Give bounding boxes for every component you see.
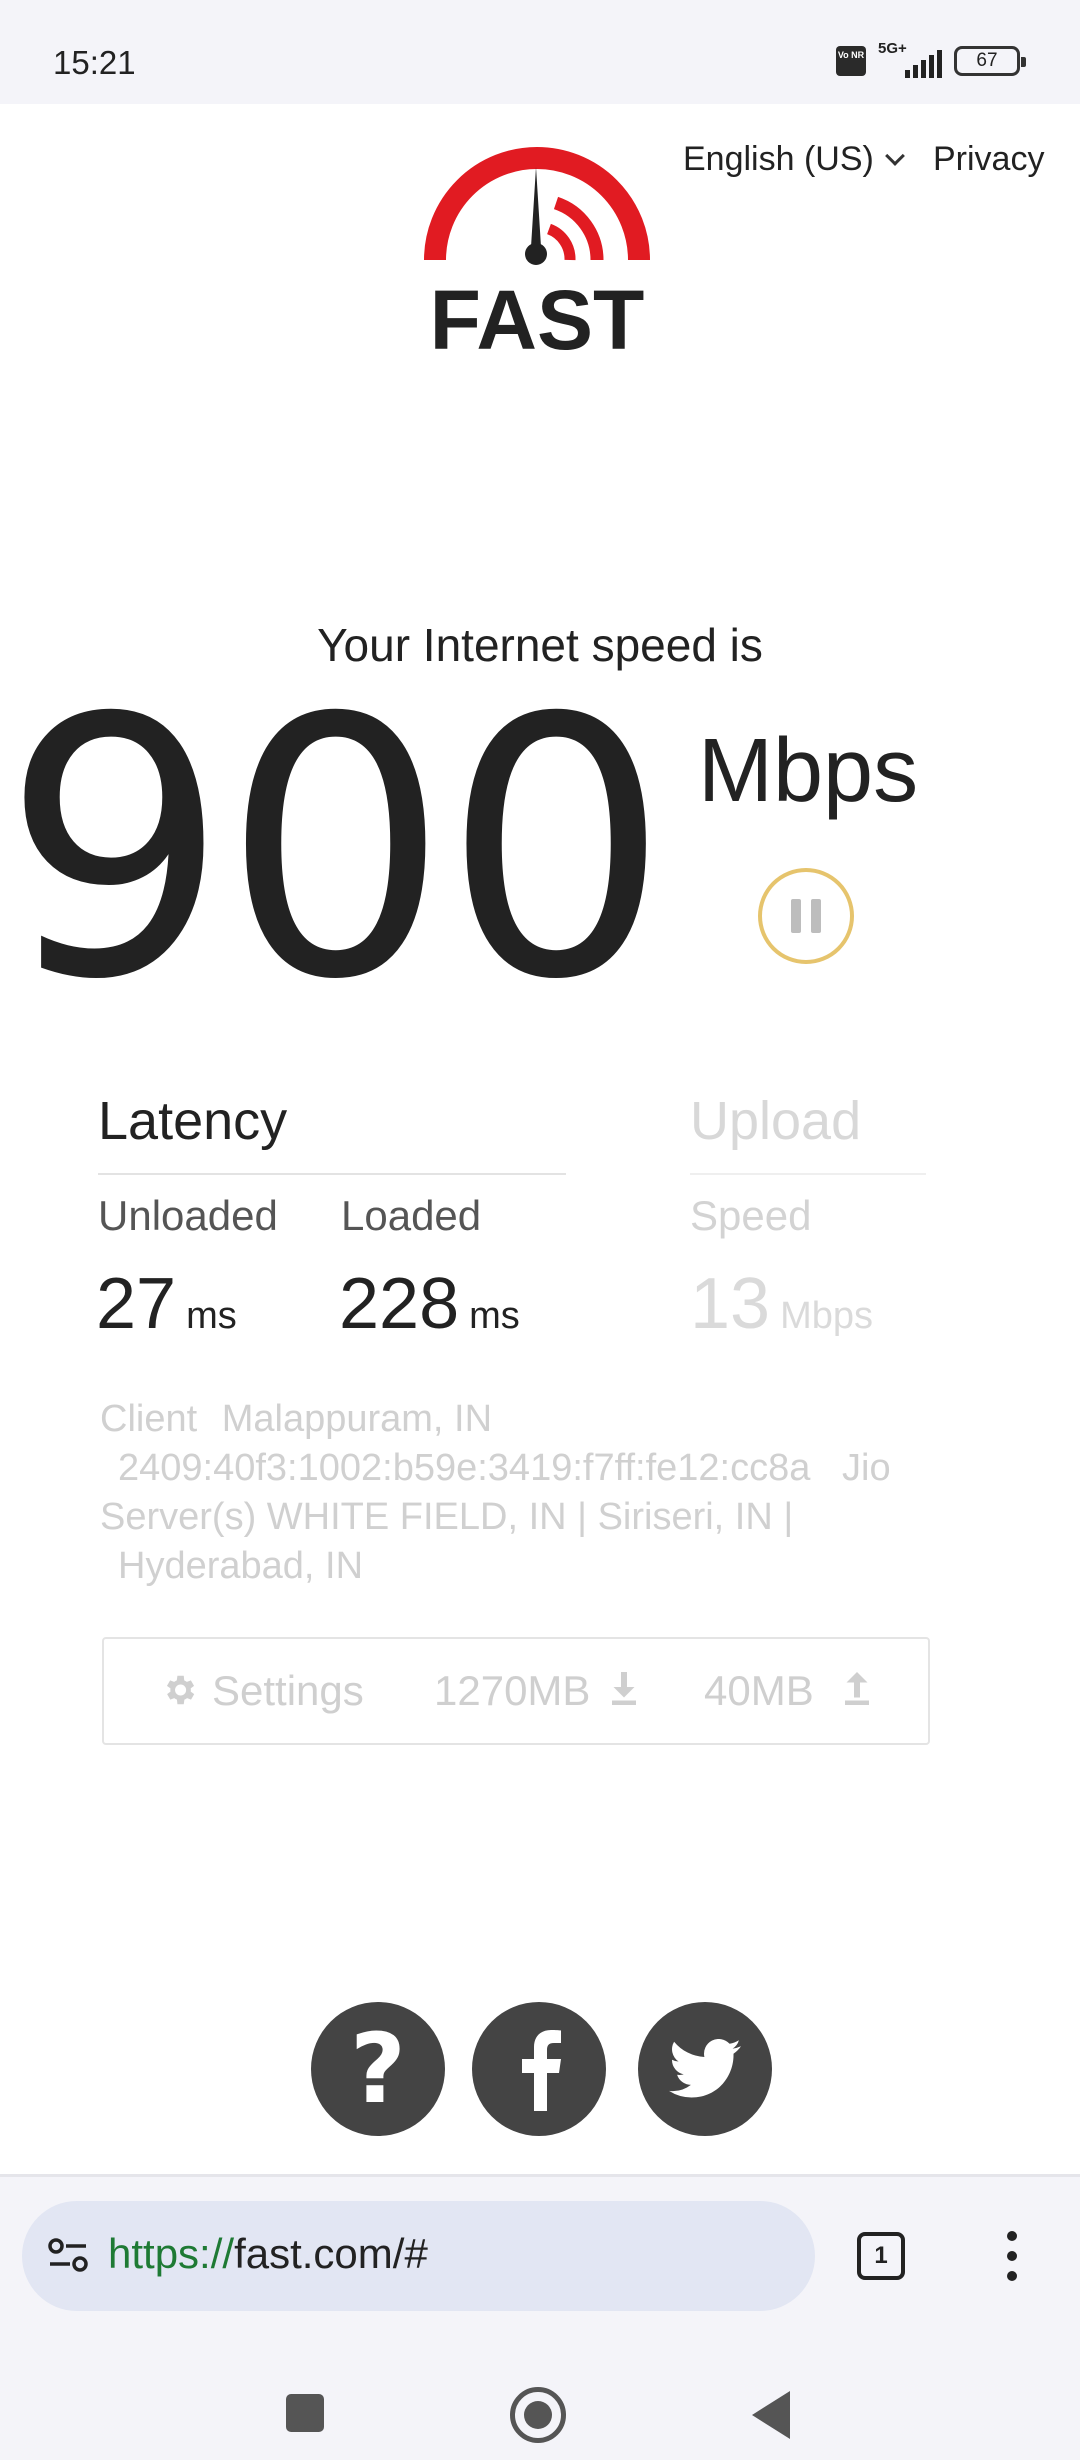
download-size: 1270MB <box>434 1667 591 1714</box>
pause-icon <box>791 899 801 933</box>
back-button[interactable] <box>752 2391 790 2439</box>
connection-info: Client Malappuram, IN 2409:40f3:1002:b59… <box>100 1395 930 1591</box>
settings-bar[interactable]: Settings 1270MB 40MB <box>102 1637 930 1745</box>
privacy-link[interactable]: Privacy <box>933 140 1044 179</box>
volte-icon: Vo NR <box>836 46 866 76</box>
speed-unit: Mbps <box>698 721 919 821</box>
upload-divider <box>690 1173 926 1175</box>
system-nav-bar <box>0 2332 1080 2460</box>
unloaded-label: Unloaded <box>98 1192 278 1239</box>
upload-icon <box>845 1672 869 1705</box>
question-icon: ? <box>350 2024 406 2114</box>
help-button[interactable]: ? <box>311 2002 445 2136</box>
more-menu-button[interactable] <box>1000 2231 1024 2281</box>
site-settings-icon[interactable] <box>46 2235 90 2275</box>
status-bar: 15:21 Vo NR 5G+ 67 <box>0 0 1080 104</box>
url-text[interactable]: https://fast.com/# <box>108 2230 428 2278</box>
status-time: 15:21 <box>53 44 136 81</box>
pause-button[interactable] <box>758 868 854 964</box>
gear-icon <box>166 1675 195 1705</box>
url-host: fast.com/# <box>234 2230 428 2277</box>
servers-label: Server(s) <box>100 1496 257 1538</box>
url-scheme: https:// <box>108 2230 235 2277</box>
browser-toolbar: https://fast.com/# 1 <box>0 2174 1080 2332</box>
signal-icon: 5G+ <box>878 40 942 78</box>
upload-speed: 13 Mbps <box>690 1263 873 1345</box>
twitter-icon <box>669 2039 741 2098</box>
upload-speed-label: Speed <box>690 1192 812 1239</box>
unloaded-unit: ms <box>186 1295 237 1337</box>
network-type: 5G+ <box>878 40 907 57</box>
svg-text:?: ? <box>350 2024 406 2114</box>
latency-title: Latency <box>98 1091 288 1151</box>
loaded-value: 228 <box>339 1264 460 1344</box>
upload-size: 40MB <box>704 1667 814 1714</box>
facebook-icon <box>522 2030 561 2111</box>
unloaded-latency: 27 ms <box>96 1263 237 1345</box>
language-selector[interactable]: English (US) <box>683 140 905 179</box>
client-location: Malappuram, IN <box>221 1398 493 1440</box>
twitter-button[interactable] <box>638 2002 772 2136</box>
chevron-down-icon <box>884 145 905 166</box>
address-bar[interactable]: https://fast.com/# <box>22 2201 815 2311</box>
download-icon <box>612 1672 636 1705</box>
status-icons: Vo NR 5G+ 67 <box>836 40 1026 78</box>
servers-list: WHITE FIELD, IN | Siriseri, IN | <box>266 1496 794 1538</box>
upload-unit: Mbps <box>780 1295 874 1337</box>
facebook-button[interactable] <box>472 2002 606 2136</box>
home-button[interactable] <box>510 2387 566 2443</box>
client-ip: 2409:40f3:1002:b59e:3419:f7ff:fe12:cc8a <box>118 1447 811 1489</box>
loaded-label: Loaded <box>341 1192 482 1239</box>
fast-logo: FAST <box>424 147 650 355</box>
upload-title: Upload <box>690 1091 862 1151</box>
unloaded-value: 27 <box>96 1264 177 1344</box>
isp-name: Jio <box>842 1447 891 1489</box>
loaded-unit: ms <box>469 1295 520 1337</box>
loaded-latency: 228 ms <box>339 1263 520 1345</box>
upload-value: 13 <box>690 1264 771 1344</box>
language-label: English (US) <box>683 140 874 178</box>
servers-list-cont: Hyderabad, IN <box>118 1545 364 1587</box>
speed-value: 900 <box>2 643 669 1057</box>
settings-label: Settings <box>212 1667 364 1714</box>
tab-switcher-button[interactable]: 1 <box>857 2232 905 2280</box>
recents-button[interactable] <box>286 2394 324 2432</box>
client-label: Client <box>100 1398 198 1440</box>
logo-text: FAST <box>430 273 645 355</box>
battery-icon: 67 <box>954 46 1026 76</box>
latency-divider <box>98 1173 566 1175</box>
